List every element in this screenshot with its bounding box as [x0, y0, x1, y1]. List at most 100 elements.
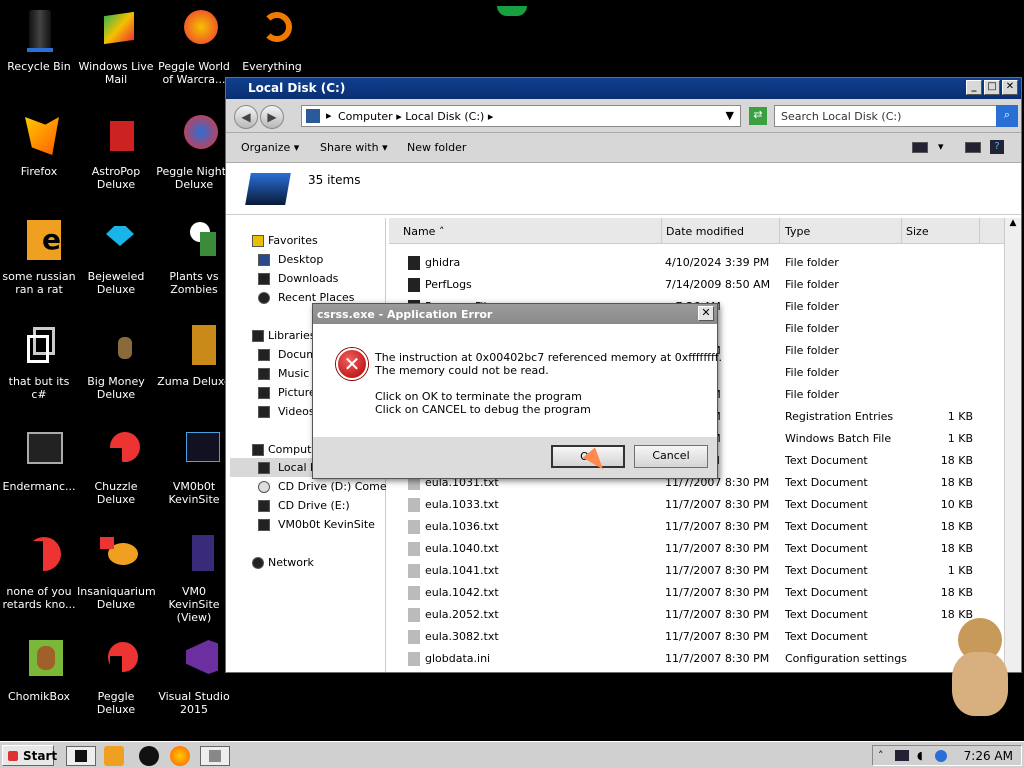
media-player-icon[interactable]: [104, 746, 124, 766]
table-row[interactable]: eula.1033.txt 11/7/2007 8:30 PM Text Docum…: [389, 493, 1009, 515]
file-type: Text Document: [785, 520, 868, 533]
taskbar-window-button[interactable]: [200, 746, 230, 766]
desktop-icon-some-russian[interactable]: e some russian ran a rat: [0, 218, 78, 296]
desktop-icon-none-of-you[interactable]: none of you retards kno...: [0, 533, 78, 611]
table-row[interactable]: globdata.ini 11/7/2007 8:30 PM Configurati…: [389, 647, 1009, 669]
tray-network-icon[interactable]: [935, 750, 947, 762]
desktop-icon-endermanc[interactable]: Endermanc...: [0, 428, 78, 493]
search-icon[interactable]: ⌕: [996, 105, 1018, 127]
chevron-right-icon: ▸: [487, 110, 494, 123]
desktop-icon-visual-studio[interactable]: Visual Studio 2015: [155, 638, 233, 716]
file-icon: [408, 520, 420, 534]
file-type: Text Document: [785, 476, 868, 489]
nav-network[interactable]: Network: [268, 556, 314, 569]
desktop-icon-chomikbox[interactable]: ChomikBox: [0, 638, 78, 703]
column-date[interactable]: Date modified: [661, 218, 744, 244]
tray-monitor-icon[interactable]: [895, 750, 909, 761]
file-date: 11/7/2007 8:30 PM: [665, 520, 770, 533]
desktop-icon-peggle-world[interactable]: Peggle World of Warcra...: [155, 8, 233, 86]
desktop-icon-vm0-view[interactable]: VM0 KevinSite (View): [155, 533, 233, 624]
desktop-icon-firefox[interactable]: Firefox: [0, 113, 78, 178]
gem-icon: [92, 218, 140, 266]
clock[interactable]: 7:26 AM: [964, 749, 1013, 763]
desktop-icon-chuzzle[interactable]: Chuzzle Deluxe: [77, 428, 155, 506]
column-type[interactable]: Type: [779, 218, 810, 244]
desktop-icon-recycle-bin[interactable]: Recycle Bin: [0, 8, 78, 73]
vertical-scrollbar[interactable]: ▲: [1004, 218, 1021, 672]
organize-menu[interactable]: Organize ▾: [241, 141, 299, 154]
letter-e-icon: e: [15, 218, 63, 266]
nav-cd-drive-e[interactable]: CD Drive (E:): [278, 499, 350, 512]
nav-downloads[interactable]: Downloads: [278, 272, 338, 285]
file-name: ghidra: [425, 256, 461, 269]
file-type: Text Document: [785, 542, 868, 555]
breadcrumb-computer[interactable]: Computer: [338, 110, 393, 123]
address-dropdown-icon[interactable]: ▼: [726, 109, 734, 122]
share-with-menu[interactable]: Share with ▾: [320, 141, 388, 154]
close-button[interactable]: ✕: [1002, 80, 1018, 95]
minimize-button[interactable]: _: [966, 80, 982, 95]
search-input[interactable]: Search Local Disk (C:) ⌕: [774, 105, 1018, 127]
desktop-icon-bejeweled[interactable]: Bejeweled Deluxe: [77, 218, 155, 296]
desktop-icon-everything[interactable]: Everything: [233, 8, 311, 73]
file-date: 11/7/2007 8:30 PM: [665, 652, 770, 665]
start-button[interactable]: Start: [2, 745, 57, 766]
error-dialog[interactable]: csrss.exe - Application Error ✕ ✕ The in…: [312, 303, 722, 479]
desktop-icon-vm0b0t[interactable]: VM0b0t KevinSite: [155, 428, 233, 506]
nav-libraries[interactable]: Libraries: [268, 329, 316, 342]
table-row[interactable]: eula.1042.txt 11/7/2007 8:30 PM Text Docum…: [389, 581, 1009, 603]
desktop-icon-zuma[interactable]: Zuma Deluxe: [155, 323, 233, 388]
search-placeholder: Search Local Disk (C:): [781, 110, 902, 123]
dialog-titlebar[interactable]: csrss.exe - Application Error ✕: [313, 304, 717, 324]
forward-button[interactable]: ▶: [260, 105, 284, 129]
desktop-icon-peggle-nights[interactable]: Peggle Nights Deluxe: [155, 113, 233, 191]
firefox-taskbar-icon[interactable]: [170, 746, 190, 766]
table-row[interactable]: eula.1040.txt 11/7/2007 8:30 PM Text Docum…: [389, 537, 1009, 559]
table-row[interactable]: ghidra 4/10/2024 3:39 PM File folder: [389, 251, 1009, 273]
column-size[interactable]: Size: [901, 218, 929, 244]
address-input[interactable]: ▸ Computer ▸ Local Disk (C:) ▸ ▼: [301, 105, 741, 127]
nav-pictures[interactable]: Picture: [278, 386, 316, 399]
desktop-icon-insaniquarium[interactable]: Insaniquarium Deluxe: [77, 533, 156, 611]
desktop-icon-windows-live-mail[interactable]: Windows Live Mail: [77, 8, 155, 86]
explorer-titlebar[interactable]: Local Disk (C:) _ □ ✕: [226, 78, 1021, 99]
refresh-button[interactable]: ⇄: [749, 107, 767, 125]
table-row[interactable]: PerfLogs 7/14/2009 8:50 AM File folder: [389, 273, 1009, 295]
back-button[interactable]: ◀: [234, 105, 258, 129]
desktop-icon-astropop[interactable]: AstroPop Deluxe: [77, 113, 155, 191]
table-row[interactable]: eula.2052.txt 11/7/2007 8:30 PM Text Docum…: [389, 603, 1009, 625]
maximize-button[interactable]: □: [984, 80, 1000, 95]
file-icon: [408, 542, 420, 556]
desktop-icon-plants-vs-zombies[interactable]: Plants vs Zombies: [155, 218, 233, 296]
new-folder-button[interactable]: New folder: [407, 141, 466, 154]
help-icon[interactable]: ?: [990, 140, 1004, 154]
table-row[interactable]: eula.1036.txt 11/7/2007 8:30 PM Text Docum…: [389, 515, 1009, 537]
column-name[interactable]: Name ˄: [403, 225, 444, 238]
nav-favorites[interactable]: Favorites: [268, 234, 318, 247]
tray-chevron-icon[interactable]: ˄: [878, 749, 884, 762]
scroll-up-icon[interactable]: ▲: [1005, 218, 1021, 228]
view-options-icon[interactable]: [912, 142, 928, 153]
desktop-icon-peggle-deluxe[interactable]: Peggle Deluxe: [77, 638, 155, 716]
file-name: eula.1036.txt: [425, 520, 499, 533]
desktop-icon-big-money[interactable]: Big Money Deluxe: [77, 323, 155, 401]
table-row[interactable]: eula.1041.txt 11/7/2007 8:30 PM Text Docum…: [389, 559, 1009, 581]
dark-orb-icon[interactable]: [139, 746, 159, 766]
desktop-icon-that-but-its-cs[interactable]: that but its c#: [0, 323, 78, 401]
table-row[interactable]: eula.3082.txt 11/7/2007 8:30 PM Text Docum…: [389, 625, 1009, 647]
tray-volume-icon[interactable]: ◖: [917, 749, 923, 762]
cancel-button[interactable]: Cancel: [634, 445, 708, 468]
view-dropdown-icon[interactable]: ▾: [938, 140, 944, 153]
file-date: 11/7/2007 8:30 PM: [665, 630, 770, 643]
taskbar-explorer-button[interactable]: [66, 746, 96, 766]
dialog-close-button[interactable]: ✕: [698, 306, 714, 321]
computer-icon: [252, 444, 264, 456]
nav-desktop[interactable]: Desktop: [278, 253, 323, 266]
nav-videos[interactable]: Videos: [278, 405, 315, 418]
nav-vm0b0t[interactable]: VM0b0t KevinSite: [278, 518, 375, 531]
nav-cd-drive-d[interactable]: CD Drive (D:) Come ge: [278, 480, 404, 493]
nav-computer[interactable]: Compute: [268, 443, 318, 456]
breadcrumb-local-disk[interactable]: Local Disk (C:): [405, 110, 484, 123]
preview-pane-icon[interactable]: [965, 142, 981, 153]
nav-music[interactable]: Music: [278, 367, 309, 380]
